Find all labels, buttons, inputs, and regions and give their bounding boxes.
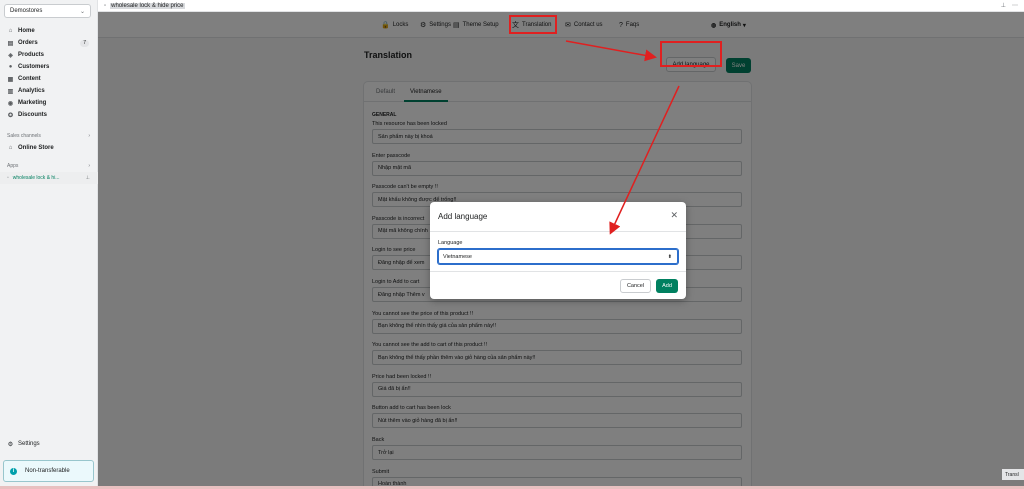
store-icon: ⌂ — [8, 145, 13, 151]
apps-text: Apps — [7, 163, 19, 169]
sidebar-item-label: Discounts — [18, 112, 48, 118]
non-transferable-banner[interactable]: i Non-transferable — [3, 460, 94, 482]
app-icon: ▫ — [7, 175, 9, 181]
sidebar-item-label: Products — [18, 52, 45, 58]
apps-label[interactable]: Apps › — [0, 160, 98, 172]
close-icon[interactable]: ✕ — [670, 210, 678, 221]
app-title: wholesale lock & hide price — [110, 2, 185, 9]
pin-icon[interactable]: ⊥ — [86, 175, 90, 181]
more-icon[interactable]: ⋯ — [1012, 2, 1018, 9]
orders-icon: ▤ — [7, 40, 14, 47]
content-icon: ▦ — [7, 76, 14, 83]
pin-icon[interactable]: ⊥ — [1001, 2, 1006, 9]
marketing-icon: ◉ — [7, 100, 14, 107]
sidebar-item-label: Content — [18, 76, 41, 82]
sidebar-item-label: Settings — [18, 441, 40, 447]
sidebar-item-label: wholesale lock & hi... — [12, 175, 60, 181]
main-nav: ⌂ Home ▤ Orders 7 ◈ Products ● Customers ▦ Content… — [0, 25, 98, 121]
tag-icon: ◈ — [8, 52, 13, 59]
analytics-icon: ▥ — [7, 88, 14, 95]
language-label: Language — [438, 240, 463, 246]
add-language-highlight-box — [660, 41, 722, 67]
non-transferable-text: Non-transferable — [25, 468, 70, 474]
sales-channels-label[interactable]: Sales channels › — [0, 130, 98, 142]
sidebar-item-online-store[interactable]: ⌂ Online Store — [0, 142, 98, 154]
select-arrows-icon: ⬍ — [667, 253, 672, 260]
discount-icon: ✪ — [7, 112, 14, 119]
sidebar-item-label: Marketing — [18, 100, 47, 106]
sidebar-item-home[interactable]: ⌂ Home — [0, 25, 98, 37]
sidebar-item-label: Online Store — [18, 145, 54, 151]
store-name: Demostores — [10, 8, 43, 14]
add-language-modal: Add language ✕ Language Vietnamese ⬍ Can… — [430, 202, 686, 299]
gear-icon: ⚙ — [7, 441, 14, 448]
sidebar-item-app[interactable]: ▫ wholesale lock & hi... ⊥ — [0, 172, 98, 184]
sidebar-item-orders[interactable]: ▤ Orders 7 — [0, 37, 98, 49]
sidebar-item-marketing[interactable]: ◉ Marketing — [0, 97, 98, 109]
sidebar-item-customers[interactable]: ● Customers — [0, 61, 98, 73]
info-icon: i — [10, 467, 17, 475]
corner-tooltip: Transl — [1002, 469, 1024, 480]
add-button[interactable]: Add — [656, 279, 678, 293]
divider — [430, 231, 686, 232]
divider — [430, 271, 686, 272]
sidebar-item-label: Home — [18, 28, 35, 34]
sidebar-item-products[interactable]: ◈ Products — [0, 49, 98, 61]
customer-icon: ● — [8, 64, 13, 70]
chevron-down-icon: ⌄ — [79, 8, 85, 15]
sidebar-item-label: Customers — [18, 64, 50, 70]
modal-title: Add language — [438, 212, 488, 221]
app-icon: ▫ — [104, 2, 107, 9]
sidebar-item-settings[interactable]: ⚙ Settings — [0, 438, 98, 450]
chevron-right-icon: › — [88, 133, 90, 139]
sidebar-item-label: Analytics — [18, 88, 45, 94]
home-icon: ⌂ — [8, 28, 13, 34]
sidebar-item-analytics[interactable]: ▥ Analytics — [0, 85, 98, 97]
sidebar: Demostores ⌄ ⌂ Home ▤ Orders 7 ◈ Products ● Cust… — [0, 0, 98, 489]
translation-highlight-box — [509, 15, 557, 34]
orders-count-badge: 7 — [80, 39, 89, 47]
store-selector[interactable]: Demostores ⌄ — [4, 4, 91, 18]
cancel-button[interactable]: Cancel — [620, 279, 651, 293]
sidebar-item-discounts[interactable]: ✪ Discounts — [0, 109, 98, 121]
language-select-value: Vietnamese — [443, 253, 472, 260]
sidebar-item-content[interactable]: ▦ Content — [0, 73, 98, 85]
language-select[interactable]: Vietnamese ⬍ — [438, 249, 678, 264]
app-title-bar: ▫ wholesale lock & hide price ⊥ ⋯ — [98, 0, 1024, 12]
sales-channels-text: Sales channels — [7, 133, 41, 139]
sidebar-item-label: Orders — [18, 40, 38, 46]
chevron-right-icon: › — [88, 163, 90, 169]
